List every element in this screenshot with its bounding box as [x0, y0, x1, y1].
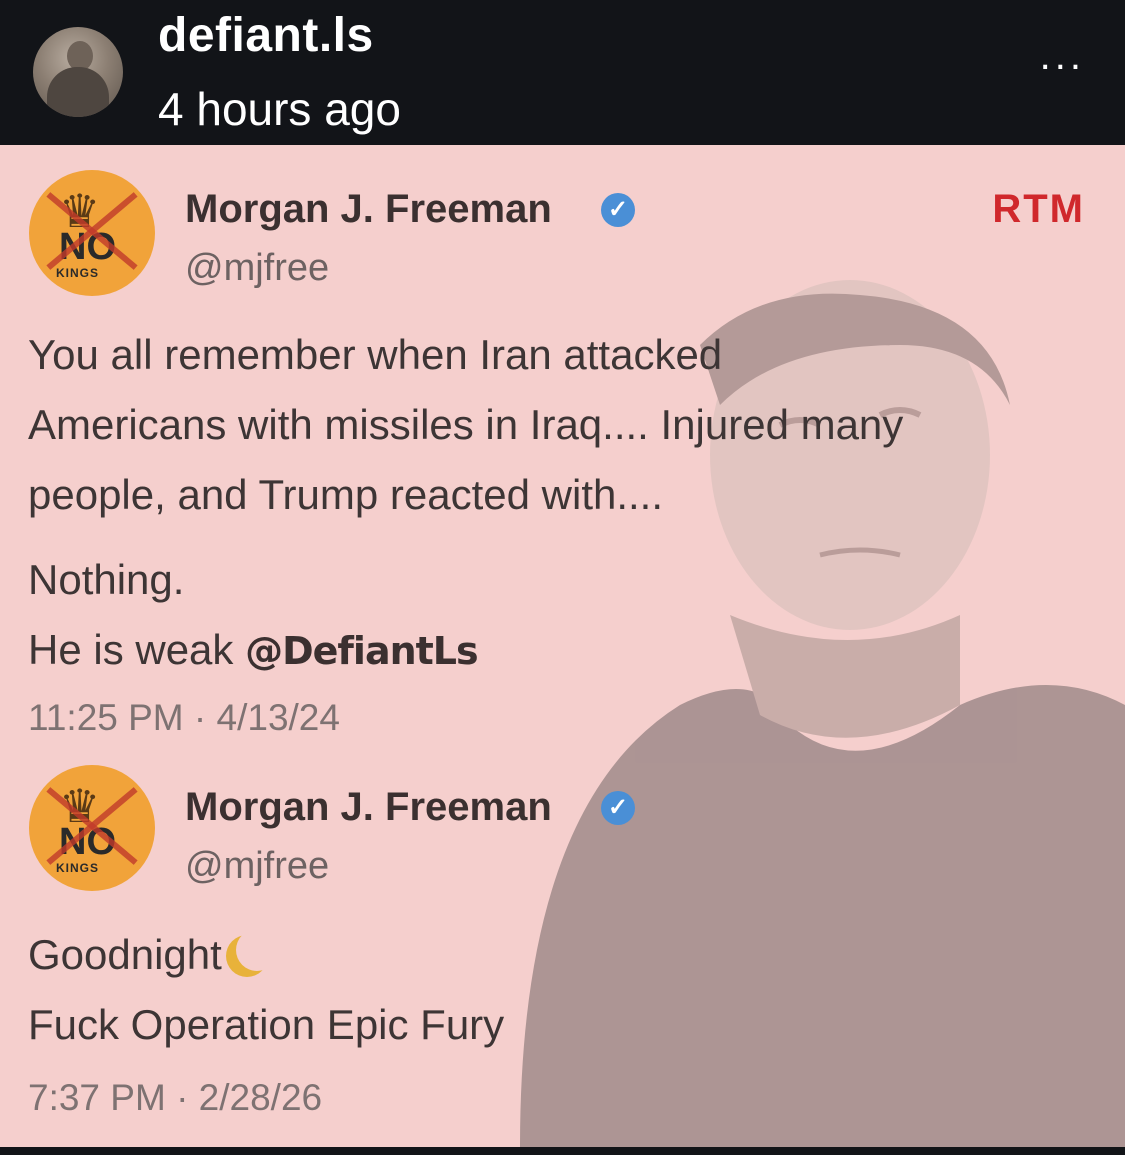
tweet-timestamp[interactable]: 7:37 PM · 2/28/26	[28, 1077, 322, 1119]
tweet-line: Fuck Operation Epic Fury	[28, 1001, 505, 1048]
verified-icon: ✓	[601, 193, 635, 227]
moon-icon	[236, 929, 278, 971]
verified-icon: ✓	[601, 791, 635, 825]
tweet-timestamp[interactable]: 11:25 PM · 4/13/24	[28, 697, 340, 739]
post-username[interactable]: defiant.ls	[158, 8, 374, 63]
user-avatar[interactable]	[33, 27, 123, 117]
tweet-body: Nothing.	[28, 545, 184, 615]
post-time-ago: 4 hours ago	[158, 83, 401, 135]
tweet-line: people, and Trump reacted with....	[28, 471, 664, 518]
tweet-body: You all remember when Iran attacked Amer…	[28, 320, 903, 530]
no-kings-logo[interactable]: ♛ NO KINGS	[29, 765, 155, 891]
tweet-line: Americans with missiles in Iraq.... Inju…	[28, 401, 904, 448]
logo-kings-text: KINGS	[56, 861, 100, 875]
person-hoodie	[520, 685, 1125, 1147]
tweet-author-name[interactable]: Morgan J. Freeman	[185, 785, 552, 830]
no-kings-logo[interactable]: ♛ NO KINGS	[29, 170, 155, 296]
logo-kings-text: KINGS	[56, 266, 100, 280]
tweet-author-name[interactable]: Morgan J. Freeman	[185, 187, 552, 232]
tweet-line: Goodnight	[28, 931, 222, 978]
tweet-body: Goodnight Fuck Operation Epic Fury	[28, 920, 504, 1060]
mention-link[interactable]: @DefiantLs	[245, 629, 479, 673]
tweet-body: He is weak @DefiantLs	[28, 615, 479, 686]
avatar-figure-body	[47, 67, 109, 117]
more-icon[interactable]: ...	[1040, 36, 1085, 76]
watermark-rtm: RTM	[992, 187, 1085, 231]
bottom-divider	[0, 1147, 1125, 1155]
person-mouth	[819, 547, 901, 558]
post-header: defiant.ls 4 hours ago ...	[0, 0, 1125, 145]
person-neck	[730, 615, 960, 738]
tweet-line: He is weak	[28, 626, 234, 673]
tweet-author-handle[interactable]: @mjfree	[185, 247, 329, 290]
tweet-line: Nothing.	[28, 556, 185, 603]
tweet-author-handle[interactable]: @mjfree	[185, 845, 329, 888]
post-image: ♛ NO KINGS Morgan J. Freeman ✓ @mjfree R…	[0, 145, 1125, 1147]
tweet-line: You all remember when Iran attacked	[28, 331, 723, 378]
